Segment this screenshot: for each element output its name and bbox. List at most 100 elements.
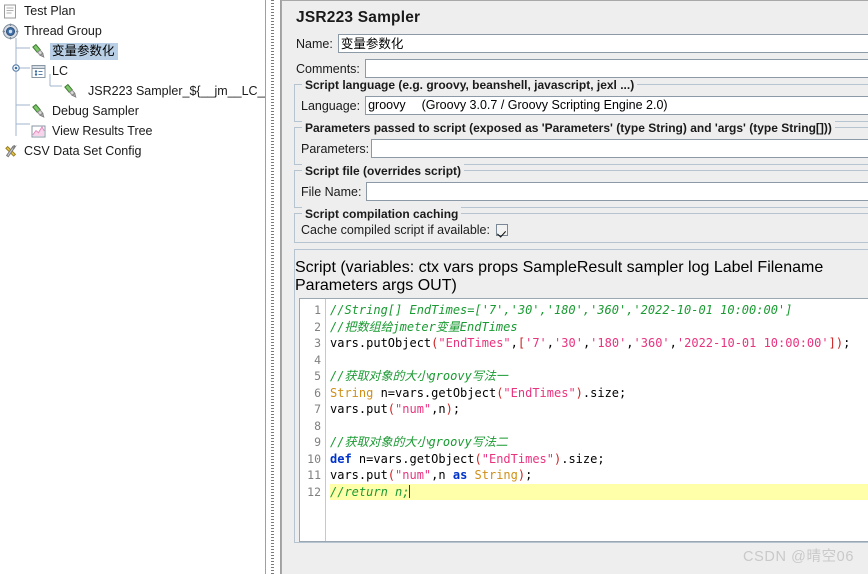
line-number: 11 (307, 468, 321, 482)
code-token: '30' (554, 336, 583, 350)
language-value: groovy (368, 98, 406, 112)
tree-node-label: View Results Tree (52, 123, 153, 138)
code-token: "EndTimes" (481, 451, 554, 466)
code-token: n=vars.getObject (351, 451, 475, 466)
jsr223-sampler-panel: JSR223 Sampler Name: 变量参数化 Comments: Scr… (281, 0, 868, 574)
code-token: //获取对象的大小groovy写法一 (330, 369, 508, 383)
language-label: Language: (301, 98, 361, 113)
script-language-group: Script language (e.g. groovy, beanshell,… (294, 78, 868, 122)
line-number: 5 (314, 369, 321, 383)
line-number: 7 (314, 402, 321, 416)
line-number: 2 (314, 319, 321, 334)
code-token: ; (452, 402, 461, 416)
watermark: CSDN @晴空06 (743, 549, 854, 565)
cache-compiled-row[interactable]: Cache compiled script if available: (295, 223, 868, 239)
code-token: ,n (431, 468, 453, 482)
code-token: ; (843, 336, 851, 350)
loop-controller-icon (30, 63, 47, 80)
line-number-gutter: 1 2 3 4 5 6 7 8 9 10 11 12 (300, 299, 326, 541)
code-token: String (474, 468, 518, 482)
parameters-input[interactable] (371, 139, 868, 158)
code-token: '7' (525, 336, 547, 350)
file-name-input[interactable] (366, 182, 868, 201)
code-token: , (546, 336, 555, 350)
code-token: //String[] EndTimes=['7','30','180','360… (330, 303, 793, 317)
code-line: def n=vars.getObject("EndTimes").size; (330, 451, 868, 468)
text-caret (409, 484, 411, 498)
code-token: "EndTimes" (503, 385, 576, 400)
script-editor[interactable]: 1 2 3 4 5 6 7 8 9 10 11 12 //String[] En… (299, 298, 868, 542)
jmeter-window: Test Plan Thread Group 变量参数化 LC JSR223 S… (0, 0, 868, 574)
line-number: 4 (314, 352, 321, 367)
tree-node-debug-sampler[interactable]: Debug Sampler (0, 101, 265, 121)
name-input[interactable]: 变量参数化 (337, 34, 868, 53)
code-token: , (626, 336, 634, 350)
code-token: .size; (582, 385, 627, 400)
code-token: '2022-10-01 10:00:00' (676, 336, 829, 350)
view-results-tree-icon (30, 123, 47, 140)
code-token: String (330, 385, 374, 400)
code-token: , (669, 336, 677, 350)
comments-input[interactable] (364, 59, 868, 78)
jsr223-sampler-icon (62, 83, 79, 100)
code-line: //获取对象的大小groovy写法二 (330, 434, 868, 451)
debug-sampler-icon (30, 103, 47, 120)
language-detail: (Groovy 3.0.7 / Groovy Scripting Engine … (421, 98, 668, 112)
comments-row: Comments: (282, 54, 868, 79)
panel-splitter[interactable] (265, 0, 281, 574)
code-token: ] (828, 336, 836, 350)
cache-compiled-checkbox[interactable] (495, 224, 508, 236)
code-token: //return n; (330, 484, 410, 499)
language-combo[interactable]: groovy (Groovy 3.0.7 / Groovy Scripting … (365, 96, 868, 115)
tree-node-label: Debug Sampler (52, 103, 139, 118)
tree-node-view-results-tree[interactable]: View Results Tree (0, 121, 265, 141)
splitter-grip (271, 0, 274, 574)
code-line: vars.put("num",n); (330, 401, 868, 418)
tree-node-label: CSV Data Set Config (24, 143, 142, 158)
code-token: "num" (395, 402, 432, 416)
test-plan-tree[interactable]: Test Plan Thread Group 变量参数化 LC JSR223 S… (0, 0, 265, 574)
code-token: ) (575, 385, 583, 400)
line-number: 12 (307, 484, 321, 499)
language-row: Language: groovy (Groovy 3.0.7 / Groovy … (295, 95, 868, 116)
code-token: ) (445, 402, 453, 416)
code-token: '360' (633, 336, 670, 350)
jsr223-sampler-icon (30, 43, 47, 60)
name-label: Name: (296, 36, 333, 51)
tree-node-label: 变量参数化 (50, 42, 118, 60)
tree-node-jsr223-sampler-idx[interactable]: JSR223 Sampler_${__jm__LC__idx} (0, 81, 265, 101)
tree-node-jsr223-selected[interactable]: 变量参数化 (0, 41, 265, 61)
code-token: "num" (395, 468, 432, 482)
line-number: 1 (314, 303, 321, 317)
code-line: String n=vars.getObject("EndTimes").size… (330, 385, 868, 402)
script-code-text[interactable]: //String[] EndTimes=['7','30','180','360… (326, 299, 868, 541)
tree-node-csv-data-set-config[interactable]: CSV Data Set Config (0, 141, 265, 161)
code-token: as (452, 468, 468, 482)
script-caching-group: Script compilation caching Cache compile… (294, 207, 868, 243)
code-token: '180' (590, 336, 627, 350)
tree-node-thread-group[interactable]: Thread Group (0, 21, 265, 41)
comments-label: Comments: (296, 61, 360, 76)
code-line: //把数组给jmeter变量EndTimes (330, 319, 868, 336)
line-number: 9 (314, 435, 321, 449)
code-token: vars.put (330, 468, 388, 482)
line-number: 8 (314, 418, 321, 433)
script-file-group-title: Script file (overrides script) (302, 164, 465, 178)
code-token: , (510, 336, 518, 350)
test-plan-icon (2, 3, 19, 20)
script-file-group: Script file (overrides script) File Name… (294, 164, 868, 208)
tree-node-loop-controller[interactable]: LC (0, 61, 265, 81)
code-token: ( (387, 468, 396, 482)
code-line: //return n; (330, 483, 868, 500)
tree-node-test-plan[interactable]: Test Plan (0, 1, 265, 21)
name-row: Name: 变量参数化 (282, 33, 868, 54)
file-name-row: File Name: (295, 181, 868, 202)
tree-node-label: Test Plan (24, 3, 76, 18)
thread-group-icon (2, 23, 19, 40)
script-group-title: Script (variables: ctx vars props Sample… (295, 259, 824, 294)
script-caching-group-title: Script compilation caching (302, 207, 462, 221)
code-token: ( (474, 451, 482, 466)
